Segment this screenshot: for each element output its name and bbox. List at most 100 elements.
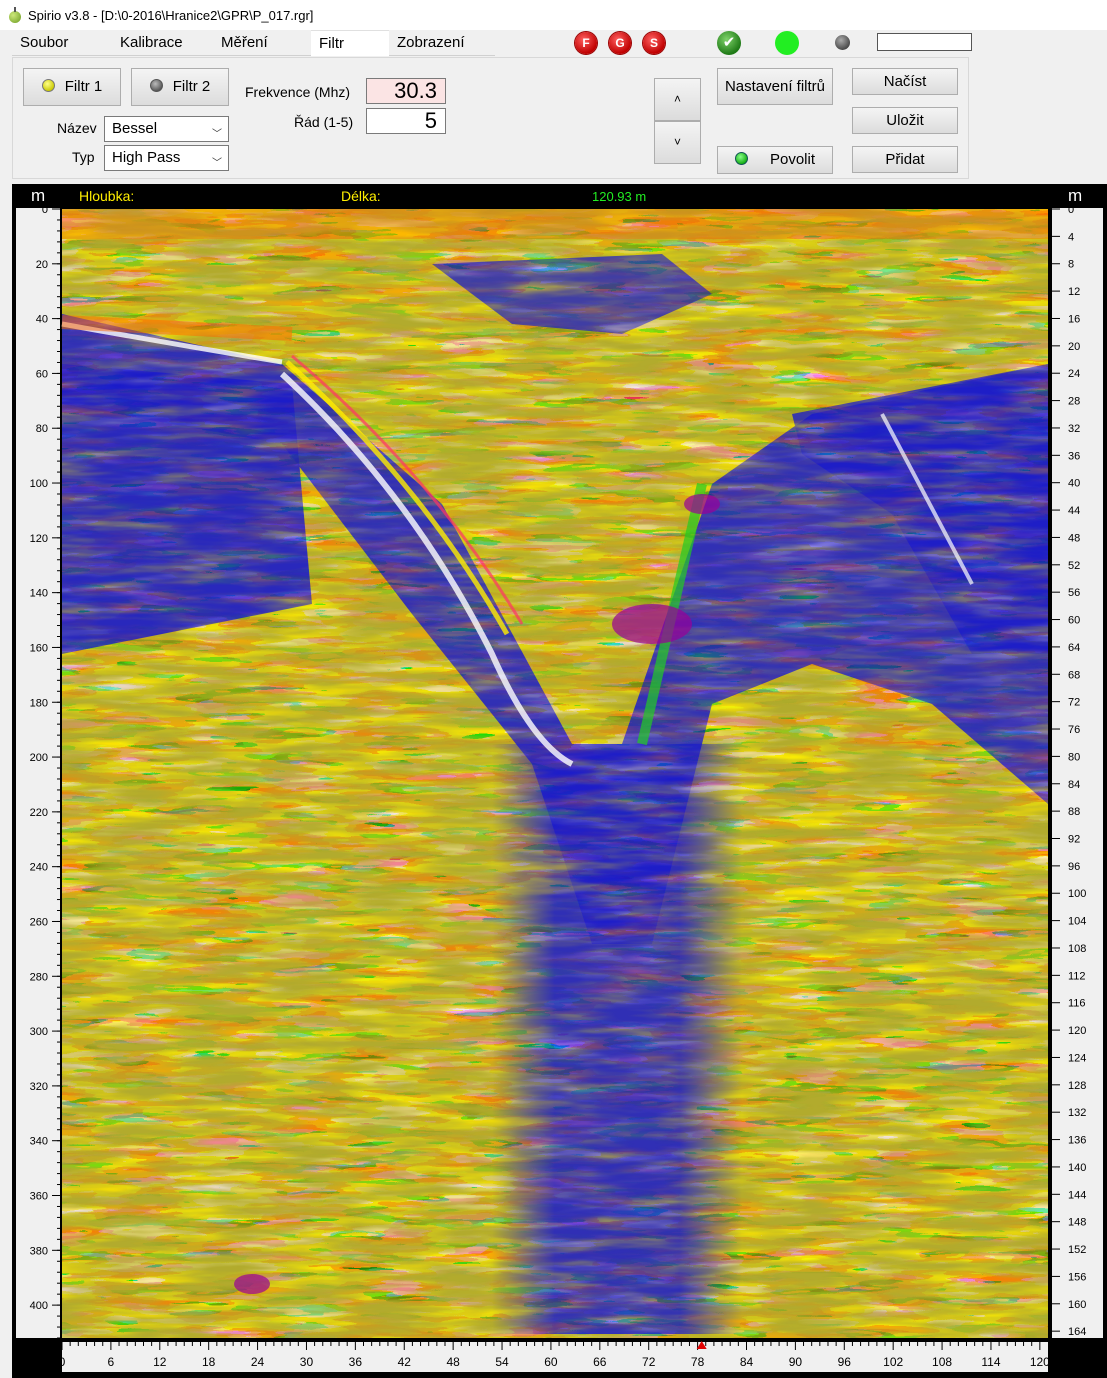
depth-tick-right-label: 64 <box>1068 642 1080 654</box>
depth-tick-right-label: 76 <box>1068 724 1080 736</box>
filter-panel: Filtr 1 Filtr 2 Název Bessel ﹀ Typ High … <box>12 57 969 179</box>
depth-tick-right-label: 68 <box>1068 669 1080 681</box>
depth-tick-right-label: 0 <box>1068 204 1074 216</box>
length-value: 120.93 m <box>592 189 646 204</box>
depth-tick-left-label: 200 <box>30 752 48 764</box>
title-bar: Spirio v3.8 - [D:\0-2016\Hranice2\GPR\P_… <box>0 0 1107 30</box>
hloubka-label: Hloubka: <box>79 188 134 204</box>
depth-tick-left-label: 240 <box>30 862 48 874</box>
typ-select[interactable]: High Pass ﹀ <box>104 145 229 171</box>
depth-tick-right-label: 164 <box>1068 1326 1086 1338</box>
distance-tick-label: 12 <box>153 1355 167 1369</box>
depth-tick-right-label: 84 <box>1068 779 1080 791</box>
g-indicator-button[interactable]: G <box>609 32 631 54</box>
povolit-led-icon <box>734 152 748 165</box>
depth-tick-right-label: 96 <box>1068 861 1080 873</box>
f-indicator-button[interactable]: F <box>575 32 597 54</box>
depth-tick-right-label: 152 <box>1068 1244 1086 1256</box>
depth-tick-right-label: 44 <box>1068 505 1080 517</box>
check-icon: ✔ <box>717 31 741 55</box>
depth-tick-right-label: 28 <box>1068 396 1080 408</box>
depth-tick-right-label: 140 <box>1068 1162 1086 1174</box>
tab-kalibrace[interactable]: Kalibrace <box>112 30 213 56</box>
filtr1-button[interactable]: Filtr 1 <box>23 68 121 106</box>
depth-tick-right-label: 4 <box>1068 231 1074 243</box>
distance-tick-label: 84 <box>740 1355 754 1369</box>
ulozit-button[interactable]: Uložit <box>852 107 958 134</box>
chevron-down-icon: ﹀ <box>212 129 222 140</box>
depth-tick-right-label: 148 <box>1068 1217 1086 1229</box>
depth-tick-right-label: 112 <box>1068 970 1086 982</box>
distance-tick-label: 30 <box>300 1355 314 1369</box>
radargram-view[interactable]: m m Hloubka: Délka: 120.93 m 0 20 40 60 80 10… <box>12 184 1107 1378</box>
distance-tick-label: 6 <box>108 1355 115 1369</box>
chevron-down-icon: ﹀ <box>212 158 222 169</box>
depth-tick-left-label: 220 <box>30 807 48 819</box>
filtr1-led-icon <box>41 79 55 92</box>
distance-tick-label: 24 <box>251 1355 265 1369</box>
depth-tick-right-label: 56 <box>1068 587 1080 599</box>
depth-tick-right-label: 20 <box>1068 341 1080 353</box>
distance-tick-label: 18 <box>202 1355 216 1369</box>
step-up-button[interactable]: ˄ <box>654 78 701 121</box>
depth-tick-right-label: 48 <box>1068 532 1080 544</box>
distance-tick-label: 36 <box>349 1355 363 1369</box>
tab-mereni[interactable]: Měření <box>213 30 311 56</box>
depth-tick-left-label: 260 <box>30 916 48 928</box>
depth-tick-left-label: 40 <box>36 314 48 326</box>
radargram-plot <box>61 209 1048 1338</box>
typ-value: High Pass <box>112 149 181 166</box>
depth-tick-right-label: 24 <box>1068 368 1080 380</box>
depth-tick-right-label: 116 <box>1068 998 1086 1010</box>
nastaveni-filtru-button[interactable]: Nastavení filtrů <box>717 68 833 105</box>
filtr1-label: Filtr 1 <box>64 78 103 95</box>
filtr2-label: Filtr 2 <box>172 78 211 95</box>
depth-tick-left-label: 0 <box>42 204 48 216</box>
status-field <box>877 33 972 51</box>
depth-tick-left-label: 140 <box>30 588 48 600</box>
depth-tick-left-label: 320 <box>30 1081 48 1093</box>
depth-tick-left-label: 340 <box>30 1136 48 1148</box>
status-led-green <box>775 31 799 55</box>
s-indicator-button[interactable]: S <box>643 32 665 54</box>
unit-left: m <box>31 186 45 205</box>
depth-tick-right-label: 72 <box>1068 697 1080 709</box>
povolit-button[interactable]: Povolit <box>717 146 833 174</box>
step-down-button[interactable]: ˅ <box>654 121 701 164</box>
depth-tick-left-label: 180 <box>30 697 48 709</box>
depth-tick-right-label: 128 <box>1068 1080 1086 1092</box>
depth-tick-right-label: 52 <box>1068 560 1080 572</box>
tab-soubor[interactable]: Soubor <box>12 30 112 56</box>
distance-tick-label: 102 <box>883 1355 903 1369</box>
depth-tick-right-label: 60 <box>1068 615 1080 627</box>
pridat-button[interactable]: Přidat <box>852 146 958 173</box>
depth-tick-right-label: 8 <box>1068 259 1074 271</box>
nacist-button[interactable]: Načíst <box>852 68 958 95</box>
distance-tick-label: 114 <box>981 1355 1000 1369</box>
distance-tick-label: 54 <box>495 1355 509 1369</box>
depth-tick-right-label: 104 <box>1068 916 1086 928</box>
rad-input[interactable]: 5 <box>366 108 446 134</box>
depth-tick-left-label: 80 <box>36 423 48 435</box>
tab-zobrazeni[interactable]: Zobrazení <box>389 30 495 56</box>
window-title: Spirio v3.8 - [D:\0-2016\Hranice2\GPR\P_… <box>28 7 314 23</box>
distance-tick-label: 90 <box>789 1355 803 1369</box>
delka-label: Délka: <box>341 188 381 204</box>
depth-tick-right-label: 36 <box>1068 450 1080 462</box>
frekvence-input[interactable]: 30.3 <box>366 78 446 104</box>
depth-tick-right-label: 100 <box>1068 888 1086 900</box>
depth-tick-right-label: 160 <box>1068 1299 1086 1311</box>
unit-right: m <box>1068 186 1082 205</box>
depth-tick-right-label: 132 <box>1068 1107 1086 1119</box>
depth-tick-right-label: 92 <box>1068 834 1080 846</box>
depth-tick-right-label: 144 <box>1068 1189 1086 1201</box>
tab-filtr[interactable]: Filtr <box>311 30 389 56</box>
depth-tick-left-label: 360 <box>30 1191 48 1203</box>
nazev-value: Bessel <box>112 120 158 137</box>
distance-tick-label: 78 <box>691 1355 705 1369</box>
distance-tick-label: 66 <box>593 1355 607 1369</box>
typ-label: Typ <box>72 149 95 165</box>
filtr2-button[interactable]: Filtr 2 <box>131 68 229 106</box>
depth-tick-right-label: 88 <box>1068 806 1080 818</box>
nazev-select[interactable]: Bessel ﹀ <box>104 116 229 142</box>
